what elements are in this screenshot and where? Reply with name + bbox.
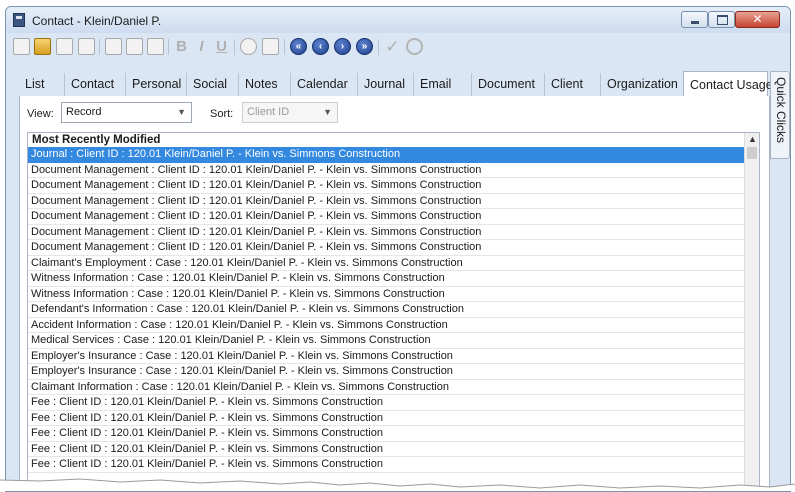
toolbar-separator xyxy=(234,39,235,55)
contact-usage-panel: View: Record ▼ Sort: Client ID ▼ Most Re… xyxy=(19,96,770,491)
view-dropdown-value: Record xyxy=(66,106,102,118)
list-item[interactable]: Fee : Client ID : 120.01 Klein/Daniel P.… xyxy=(28,411,744,426)
list-item[interactable]: Document Management : Client ID : 120.01… xyxy=(28,225,744,240)
toolbar-separator xyxy=(378,39,379,55)
list-item[interactable]: Document Management : Client ID : 120.01… xyxy=(28,163,744,178)
chevron-down-icon: ▼ xyxy=(177,107,186,117)
tab-email[interactable]: Email xyxy=(413,73,471,96)
list-item[interactable]: Journal : Client ID : 120.01 Klein/Danie… xyxy=(28,147,744,163)
tab-organization[interactable]: Organization xyxy=(600,73,683,96)
paste-icon[interactable] xyxy=(147,38,164,55)
sort-dropdown[interactable]: Client ID ▼ xyxy=(242,102,338,123)
usage-list[interactable]: Most Recently Modified Journal : Client … xyxy=(27,132,760,491)
window-title: Contact - Klein/Daniel P. xyxy=(32,14,162,28)
tab-personal[interactable]: Personal xyxy=(125,73,186,96)
view-label: View: xyxy=(27,108,54,120)
tab-calendar[interactable]: Calendar xyxy=(290,73,357,96)
tab-strip: List Contact Personal Social Notes Calen… xyxy=(19,71,773,97)
toolbar: B I U « ‹ › » ✓ xyxy=(6,33,790,61)
list-item[interactable]: Document Management : Client ID : 120.01… xyxy=(28,194,744,209)
contact-window: Contact - Klein/Daniel P. ✕ B I U « ‹ › … xyxy=(5,6,791,492)
contact-app-icon xyxy=(13,13,25,27)
quick-clicks-label: Quick Clicks xyxy=(774,77,788,144)
list-item[interactable]: Fee : Client ID : 120.01 Klein/Daniel P.… xyxy=(28,395,744,411)
toolbar-separator xyxy=(99,39,100,55)
chevron-down-icon: ▼ xyxy=(323,107,332,117)
open-folder-icon[interactable] xyxy=(34,38,51,55)
maximize-button[interactable] xyxy=(708,11,735,28)
tab-notes[interactable]: Notes xyxy=(238,73,290,96)
toolbar-separator xyxy=(284,39,285,55)
first-record-icon[interactable]: « xyxy=(290,38,307,55)
list-item[interactable]: Document Management : Client ID : 120.01… xyxy=(28,178,744,194)
title-bar[interactable]: Contact - Klein/Daniel P. ✕ xyxy=(6,7,790,33)
list-rows: Journal : Client ID : 120.01 Klein/Danie… xyxy=(28,147,744,473)
check-icon[interactable]: ✓ xyxy=(384,38,401,55)
minimize-button[interactable] xyxy=(681,11,708,28)
cancel-icon[interactable] xyxy=(406,38,423,55)
sort-dropdown-value: Client ID xyxy=(247,106,290,118)
tab-list[interactable]: List xyxy=(19,73,64,96)
list-item[interactable]: Fee : Client ID : 120.01 Klein/Daniel P.… xyxy=(28,426,744,442)
quick-clicks-tab[interactable]: Quick Clicks xyxy=(770,71,790,159)
last-record-icon[interactable]: » xyxy=(356,38,373,55)
list-item[interactable]: Witness Information : Case : 120.01 Klei… xyxy=(28,271,744,287)
sort-label: Sort: xyxy=(210,108,234,120)
scrollbar-thumb[interactable] xyxy=(747,147,757,159)
next-record-icon[interactable]: › xyxy=(334,38,351,55)
list-item[interactable]: Document Management : Client ID : 120.01… xyxy=(28,209,744,225)
list-item[interactable]: Accident Information : Case : 120.01 Kle… xyxy=(28,318,744,333)
copy-icon[interactable] xyxy=(126,38,143,55)
list-item[interactable]: Witness Information : Case : 120.01 Klei… xyxy=(28,287,744,302)
previous-record-icon[interactable]: ‹ xyxy=(312,38,329,55)
tab-client[interactable]: Client xyxy=(544,73,600,96)
scroll-up-icon[interactable]: ▲ xyxy=(748,134,757,144)
list-item[interactable]: Document Management : Client ID : 120.01… xyxy=(28,240,744,256)
list-item[interactable]: Claimant Information : Case : 120.01 Kle… xyxy=(28,380,744,395)
vertical-scrollbar[interactable]: ▲ xyxy=(744,133,759,491)
close-icon: ✕ xyxy=(752,12,763,26)
view-dropdown[interactable]: Record ▼ xyxy=(61,102,192,123)
list-item[interactable]: Medical Services : Case : 120.01 Klein/D… xyxy=(28,333,744,349)
tab-journal[interactable]: Journal xyxy=(357,73,413,96)
tab-document[interactable]: Document xyxy=(471,73,544,96)
torn-edge xyxy=(0,478,795,491)
bold-icon[interactable]: B xyxy=(173,38,190,55)
list-item[interactable]: Fee : Client ID : 120.01 Klein/Daniel P.… xyxy=(28,442,744,457)
underline-icon[interactable]: U xyxy=(213,38,230,55)
new-document-icon[interactable] xyxy=(13,38,30,55)
list-item[interactable]: Fee : Client ID : 120.01 Klein/Daniel P.… xyxy=(28,457,744,473)
close-button[interactable]: ✕ xyxy=(735,11,780,28)
cut-icon[interactable] xyxy=(105,38,122,55)
tab-contact[interactable]: Contact xyxy=(64,73,125,96)
italic-icon[interactable]: I xyxy=(193,38,210,55)
save-icon[interactable] xyxy=(56,38,73,55)
list-header: Most Recently Modified xyxy=(32,134,161,146)
tab-social[interactable]: Social xyxy=(186,73,238,96)
tab-contact-usage[interactable]: Contact Usage xyxy=(683,71,773,97)
list-item[interactable]: Defendant's Information : Case : 120.01 … xyxy=(28,302,744,318)
clipboard-icon[interactable] xyxy=(262,38,279,55)
toolbar-separator xyxy=(168,39,169,55)
list-item[interactable]: Claimant's Employment : Case : 120.01 Kl… xyxy=(28,256,744,271)
list-item[interactable]: Employer's Insurance : Case : 120.01 Kle… xyxy=(28,364,744,380)
list-item[interactable]: Employer's Insurance : Case : 120.01 Kle… xyxy=(28,349,744,364)
attach-icon[interactable] xyxy=(78,38,95,55)
delete-icon[interactable] xyxy=(240,38,257,55)
